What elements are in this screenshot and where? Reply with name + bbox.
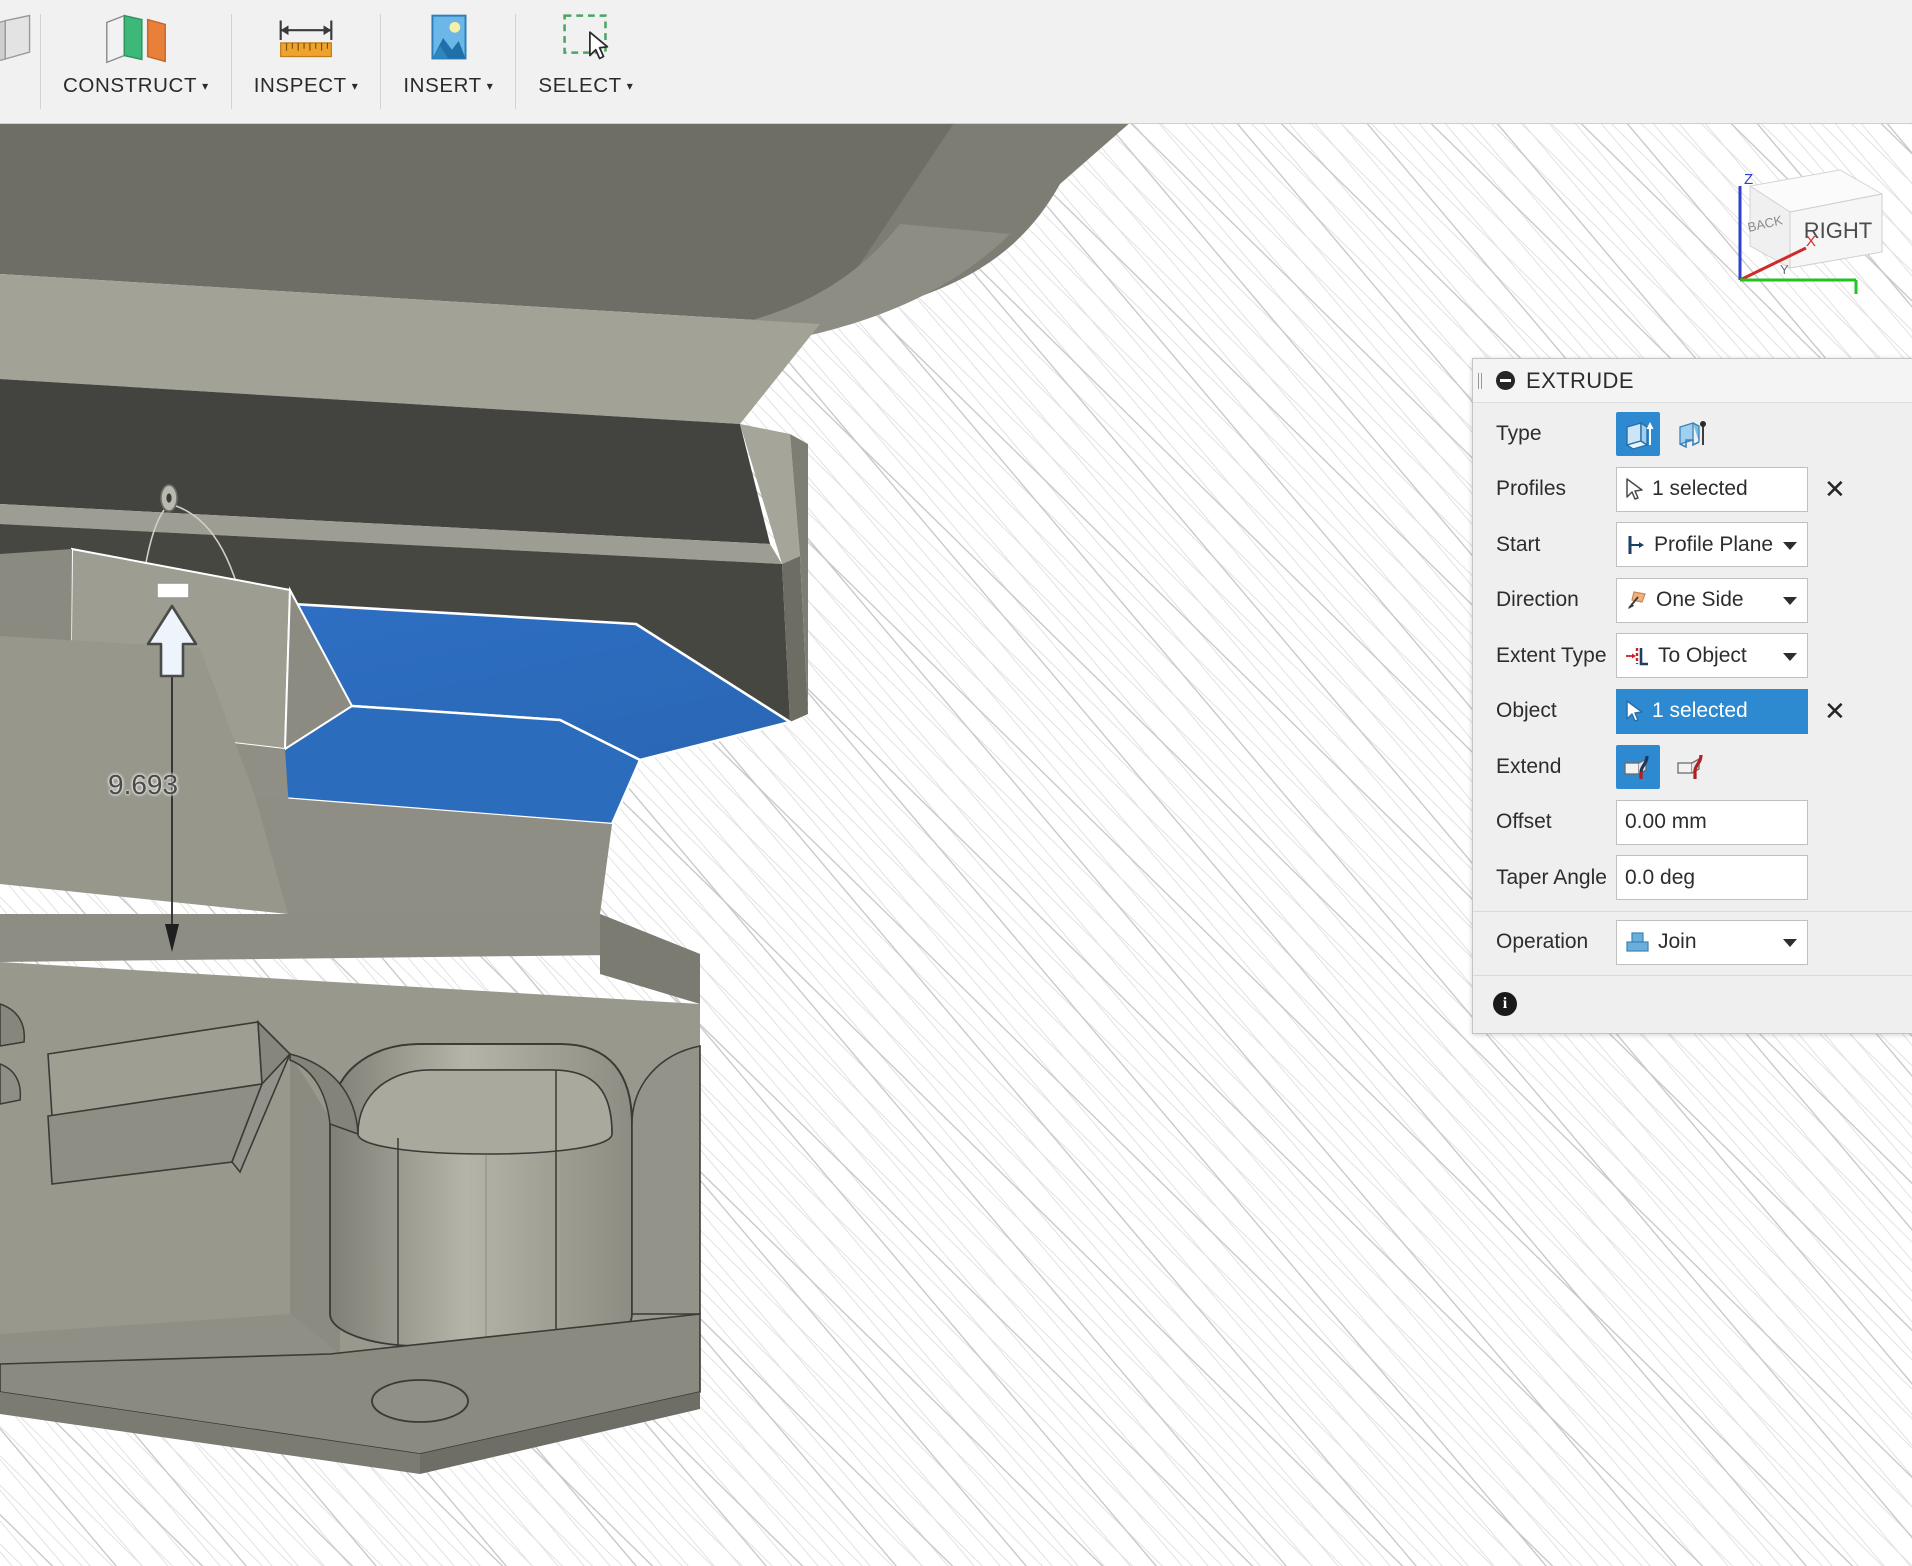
extrude-dialog[interactable]: EXTRUDE Type Profiles 1 selected ✕ Start… (1472, 358, 1912, 1034)
dialog-divider (1473, 910, 1912, 912)
label-extend: Extend (1496, 754, 1562, 778)
chevron-down-icon[interactable] (1783, 597, 1797, 605)
direction-dropdown[interactable]: One Side (1616, 577, 1808, 623)
join-operation-icon (1626, 932, 1649, 952)
row-extent-type: Extent Type To Object (1473, 633, 1912, 678)
toolbar-group-clipped[interactable]: ▾ (0, 0, 40, 123)
ribbon-toolbar: ▾ CONSTRUCT ▾ (0, 0, 1912, 124)
extent-type-dropdown[interactable]: To Object (1616, 633, 1808, 678)
row-object: Object 1 selected ✕ (1473, 688, 1912, 734)
one-side-arrow-icon (1628, 591, 1646, 609)
taper-angle-input[interactable]: 0.0 deg (1616, 855, 1808, 900)
label-extent-type: Extent Type (1496, 643, 1607, 667)
toolbar-group-label: CONSTRUCT ▾ (63, 74, 209, 98)
extent-type-value: To Object (1658, 643, 1747, 667)
plane-partial-icon (0, 8, 40, 70)
label-operation: Operation (1496, 930, 1589, 953)
row-profiles: Profiles 1 selected ✕ (1473, 466, 1912, 512)
toolbar-label-text: CONSTRUCT (63, 74, 198, 97)
cursor-select-icon (1626, 478, 1643, 500)
toolbar-group-select[interactable]: SELECT ▾ (516, 0, 655, 123)
dialog-header[interactable]: EXTRUDE (1473, 359, 1912, 403)
object-selection-field[interactable]: 1 selected (1616, 688, 1808, 734)
row-type: Type (1473, 411, 1912, 456)
toolbar-label-text: INSPECT (253, 74, 347, 97)
chevron-down-icon: ▾ (351, 79, 359, 93)
label-taper-angle: Taper Angle (1496, 865, 1607, 889)
row-taper-angle: Taper Angle 0.0 deg (1473, 855, 1912, 900)
label-start: Start (1496, 532, 1541, 556)
row-direction: Direction One Side (1473, 577, 1912, 623)
profiles-selection-field[interactable]: 1 selected (1616, 466, 1808, 512)
chevron-down-icon[interactable] (1783, 939, 1797, 947)
toolbar-label-text: SELECT (538, 74, 622, 97)
toolbar-group-label: SELECT ▾ (538, 74, 633, 98)
direction-value: One Side (1656, 588, 1744, 611)
object-value: 1 selected (1652, 699, 1748, 722)
chevron-down-icon[interactable] (1783, 541, 1797, 550)
extrude-thin-icon[interactable] (1669, 412, 1713, 456)
inspect-ruler-icon (269, 8, 343, 70)
toolbar-group-construct[interactable]: CONSTRUCT ▾ (41, 0, 231, 123)
toolbar-group-label: INSPECT ▾ (254, 74, 359, 98)
start-dropdown[interactable]: Profile Plane (1616, 522, 1808, 567)
extend-tangent-icon[interactable] (1669, 745, 1713, 789)
chevron-down-icon: ▾ (626, 79, 634, 93)
dialog-footer: i OK Cancel (1473, 974, 1912, 1033)
operation-dropdown[interactable]: Join (1616, 919, 1808, 965)
dialog-body: Type Profiles 1 selected ✕ Start Profile… (1473, 403, 1912, 975)
row-offset: Offset 0.00 mm (1473, 799, 1912, 845)
extrude-solid-icon[interactable] (1616, 411, 1660, 456)
info-icon[interactable]: i (1493, 992, 1517, 1016)
clear-object-icon[interactable]: ✕ (1824, 698, 1846, 724)
label-profiles: Profiles (1496, 477, 1567, 500)
row-operation: Operation Join (1473, 919, 1912, 965)
clear-profiles-icon[interactable]: ✕ (1824, 476, 1846, 502)
axis-label-y: Y (1780, 262, 1789, 277)
collapse-minus-icon[interactable] (1496, 371, 1515, 390)
axis-label-x: X (1806, 233, 1816, 250)
row-extend: Extend (1473, 744, 1912, 789)
drag-grip-icon[interactable] (1478, 371, 1488, 391)
to-object-icon (1626, 647, 1648, 665)
construct-planes-icon (99, 8, 173, 70)
toolbar-group-insert[interactable]: INSERT ▾ (381, 0, 515, 123)
dialog-title: EXTRUDE (1526, 367, 1634, 393)
chevron-down-icon: ▾ (202, 79, 209, 93)
offset-input[interactable]: 0.00 mm (1616, 799, 1808, 845)
cursor-select-icon (1626, 700, 1643, 722)
profiles-value: 1 selected (1652, 477, 1748, 500)
label-object: Object (1496, 699, 1557, 722)
chevron-down-icon: ▾ (486, 79, 494, 93)
select-marquee-icon (549, 8, 623, 70)
app-root: ▾ CONSTRUCT ▾ (0, 0, 1912, 1566)
row-start: Start Profile Plane (1473, 522, 1912, 567)
axis-label-z: Z (1744, 171, 1753, 188)
label-direction: Direction (1496, 588, 1579, 611)
start-value: Profile Plane (1654, 532, 1774, 556)
chevron-down-icon[interactable] (1783, 652, 1797, 661)
offset-value: 0.00 mm (1625, 810, 1707, 833)
toolbar-group-inspect[interactable]: INSPECT ▾ (232, 0, 381, 123)
toolbar-label-text: INSERT (403, 74, 482, 97)
toolbar-group-label: INSERT ▾ (403, 74, 493, 98)
label-offset: Offset (1496, 810, 1552, 833)
view-cube[interactable]: RIGHT BACK Z X Y (1720, 142, 1900, 302)
insert-image-icon (411, 8, 485, 70)
profile-plane-icon (1628, 535, 1644, 554)
operation-value: Join (1658, 930, 1697, 953)
extend-normal-icon[interactable] (1616, 744, 1660, 789)
label-type: Type (1496, 421, 1542, 445)
taper-angle-value: 0.0 deg (1625, 865, 1696, 889)
